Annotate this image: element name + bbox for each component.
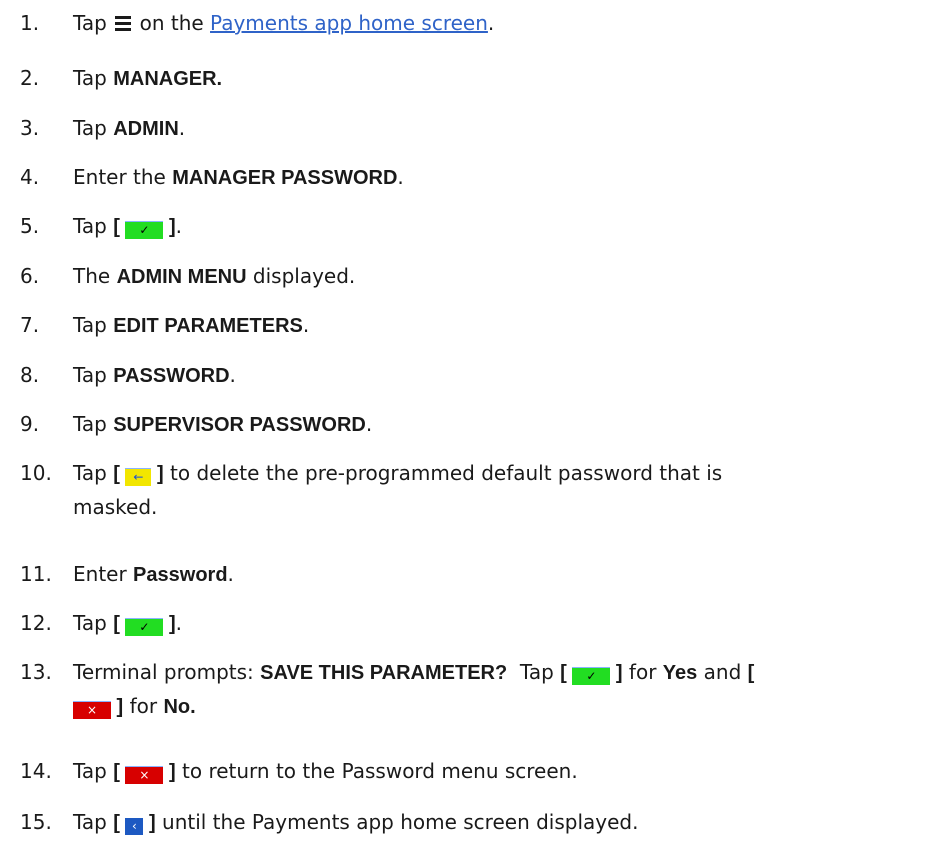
bracket-text: [ [113,812,126,834]
bracket-text: ] [163,216,176,238]
step-text: Tap [73,66,114,90]
step-line: Tap [ ← ] to delete the pre-programmed d… [73,459,913,488]
step-text: Enter the [73,165,173,189]
bracket-text: [ [113,761,126,783]
step-bold-text: SAVE THIS PARAMETER? [260,662,508,684]
step-bold-text: Password [133,564,228,586]
step-number: 8. [20,363,40,387]
step-line: Tap [ × ] to return to the Password menu… [73,757,913,786]
step-number: 7. [20,313,40,337]
step-number: 15. [20,810,52,834]
step-text: . [487,11,495,35]
step-text: Tap [73,363,114,387]
step-line: Tap on the Payments app home screen. [73,9,913,37]
step-text: displayed. [246,264,356,288]
confirm-key-icon: ✓ [572,667,611,685]
step-number: 11. [20,562,52,586]
bracket-text: ] [111,696,124,718]
step-text: Tap [73,412,114,436]
step-text: until the Payments app home screen displ… [155,810,639,834]
step-text: The [73,264,117,288]
step-bold-text: PASSWORD [113,365,230,387]
step-number: 12. [20,611,52,635]
step-number: 3. [20,116,40,140]
bracket-text: ] [163,613,176,635]
step-line: Terminal prompts: SAVE THIS PARAMETER? T… [73,658,913,687]
step-line: The ADMIN MENU displayed. [73,262,913,291]
step-text: Enter [73,562,134,586]
step-bold-text: EDIT PARAMETERS [113,315,303,337]
step-text: Terminal prompts: [73,660,261,684]
confirm-key-icon: ✓ [125,221,164,239]
step-line: Tap [ ‹ ] until the Payments app home sc… [73,808,913,837]
step-bold-text: Yes [662,662,698,684]
step-line: Enter the MANAGER PASSWORD. [73,163,913,192]
step-line: Tap PASSWORD. [73,361,913,390]
step-text: Tap [73,11,114,35]
step-number: 10. [20,461,52,485]
cancel-key-icon: × [73,701,111,719]
step-number: 13. [20,660,52,684]
step-text: Tap [73,214,114,238]
step-text: Tap [73,759,114,783]
step-text: for [622,660,663,684]
step-text: to return to the Password menu screen. [175,759,578,783]
step-text: for [123,694,164,718]
step-bold-text: ADMIN MENU [116,266,247,288]
step-number: 1. [20,11,40,35]
bracket-text: [ [113,216,126,238]
step-line: Tap ADMIN. [73,114,913,143]
step-line: Tap SUPERVISOR PASSWORD. [73,410,913,439]
step-line: Tap MANAGER. [73,64,913,93]
step-text: Tap [73,810,114,834]
step-line: Enter Password. [73,560,913,589]
backspace-key-icon: ← [125,468,152,486]
step-text: Tap [507,660,561,684]
step-bold-text: No. [163,696,196,718]
step-number: 6. [20,264,40,288]
bracket-text: [ [113,463,126,485]
step-text: Tap [73,116,114,140]
bracket-text: [ [560,662,573,684]
step-line: Tap [ ✓ ]. [73,212,913,241]
step-line-continued: × ] for No. [73,692,913,721]
step-text: Tap [73,461,114,485]
step-text: . [302,313,310,337]
bracket-text: ] [610,662,623,684]
back-key-icon: ‹ [125,818,144,835]
step-number: 2. [20,66,40,90]
step-text: . [227,562,234,586]
bracket-text: ] [143,812,156,834]
step-text: . [175,611,183,635]
step-text: to delete the pre-programmed default pas… [163,461,723,485]
step-number: 5. [20,214,40,238]
step-text: Tap [73,611,114,635]
step-bold-text: MANAGER PASSWORD [172,167,398,189]
step-text: Tap [73,313,114,337]
step-line-continued: masked. [73,495,158,519]
step-text: . [365,412,373,436]
step-text: and [697,660,748,684]
step-text: . [397,165,404,189]
bracket-text: ] [151,463,164,485]
menu-icon [115,15,132,31]
bracket-text: [ [113,613,126,635]
step-number: 14. [20,759,52,783]
step-bold-text: SUPERVISOR PASSWORD [113,414,366,436]
cancel-key-icon: × [125,766,164,784]
payments-home-link[interactable]: Payments app home screen [210,11,488,35]
step-text: on the [133,11,211,35]
step-text: . [178,116,186,140]
step-text: . [175,214,183,238]
step-bold-text: MANAGER. [113,68,223,90]
step-number: 9. [20,412,40,436]
step-bold-text: ADMIN [113,118,179,140]
confirm-key-icon: ✓ [125,618,164,636]
step-number: 4. [20,165,40,189]
step-line: Tap EDIT PARAMETERS. [73,311,913,340]
bracket-text: [ [747,662,755,684]
step-text: . [229,363,236,387]
step-line: Tap [ ✓ ]. [73,609,913,638]
bracket-text: ] [163,761,176,783]
